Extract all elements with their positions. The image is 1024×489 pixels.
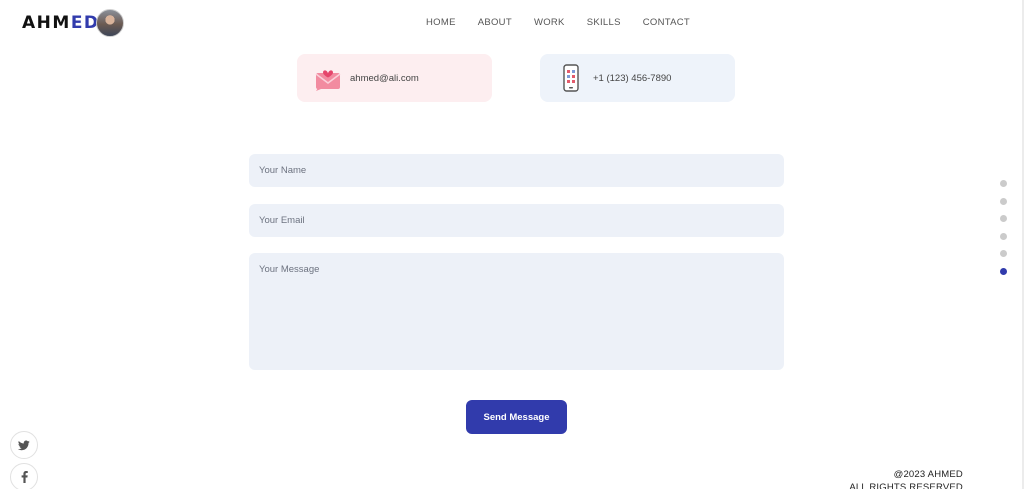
facebook-button[interactable] (10, 463, 38, 489)
section-dot-work[interactable] (1000, 215, 1007, 222)
facebook-icon (21, 468, 28, 487)
nav-skills[interactable]: SKILLS (587, 17, 621, 28)
section-dot-testimonial[interactable] (1000, 250, 1007, 257)
email-card[interactable]: ahmed@ali.com (297, 54, 492, 102)
phone-card[interactable]: +1 (123) 456-7890 (540, 54, 735, 102)
nav-about[interactable]: ABOUT (478, 17, 512, 28)
nav-home[interactable]: HOME (426, 17, 456, 28)
header: AHMED HOME ABOUT WORK SKILLS CONTACT (0, 0, 1024, 46)
rights-text: ALL RIGHTS RESERVED (849, 482, 963, 489)
nav-work[interactable]: WORK (534, 17, 565, 28)
name-input[interactable] (249, 154, 784, 187)
logo-prefix: AHM (22, 13, 71, 33)
section-dot-home[interactable] (1000, 180, 1007, 187)
message-textarea[interactable] (249, 253, 784, 370)
copyright: @2023 AHMED ALL RIGHTS RESERVED (849, 468, 963, 489)
twitter-button[interactable] (10, 431, 38, 459)
copyright-text: @2023 AHMED (893, 469, 963, 480)
email-input[interactable] (249, 204, 784, 237)
send-message-button[interactable]: Send Message (466, 400, 567, 434)
email-heart-icon (314, 64, 342, 92)
section-dot-skills[interactable] (1000, 232, 1007, 240)
logo[interactable]: AHMED (22, 13, 100, 33)
phone-text[interactable]: +1 (123) 456-7890 (593, 73, 671, 84)
mobile-phone-icon (563, 64, 579, 92)
main-nav: HOME ABOUT WORK SKILLS CONTACT (426, 17, 690, 28)
section-navigation (1000, 180, 1008, 285)
section-dot-contact[interactable] (1000, 267, 1007, 275)
email-text[interactable]: ahmed@ali.com (350, 73, 419, 84)
nav-contact[interactable]: CONTACT (643, 17, 690, 28)
avatar (96, 9, 124, 37)
section-dot-about[interactable] (1000, 197, 1007, 205)
twitter-icon (17, 436, 30, 455)
